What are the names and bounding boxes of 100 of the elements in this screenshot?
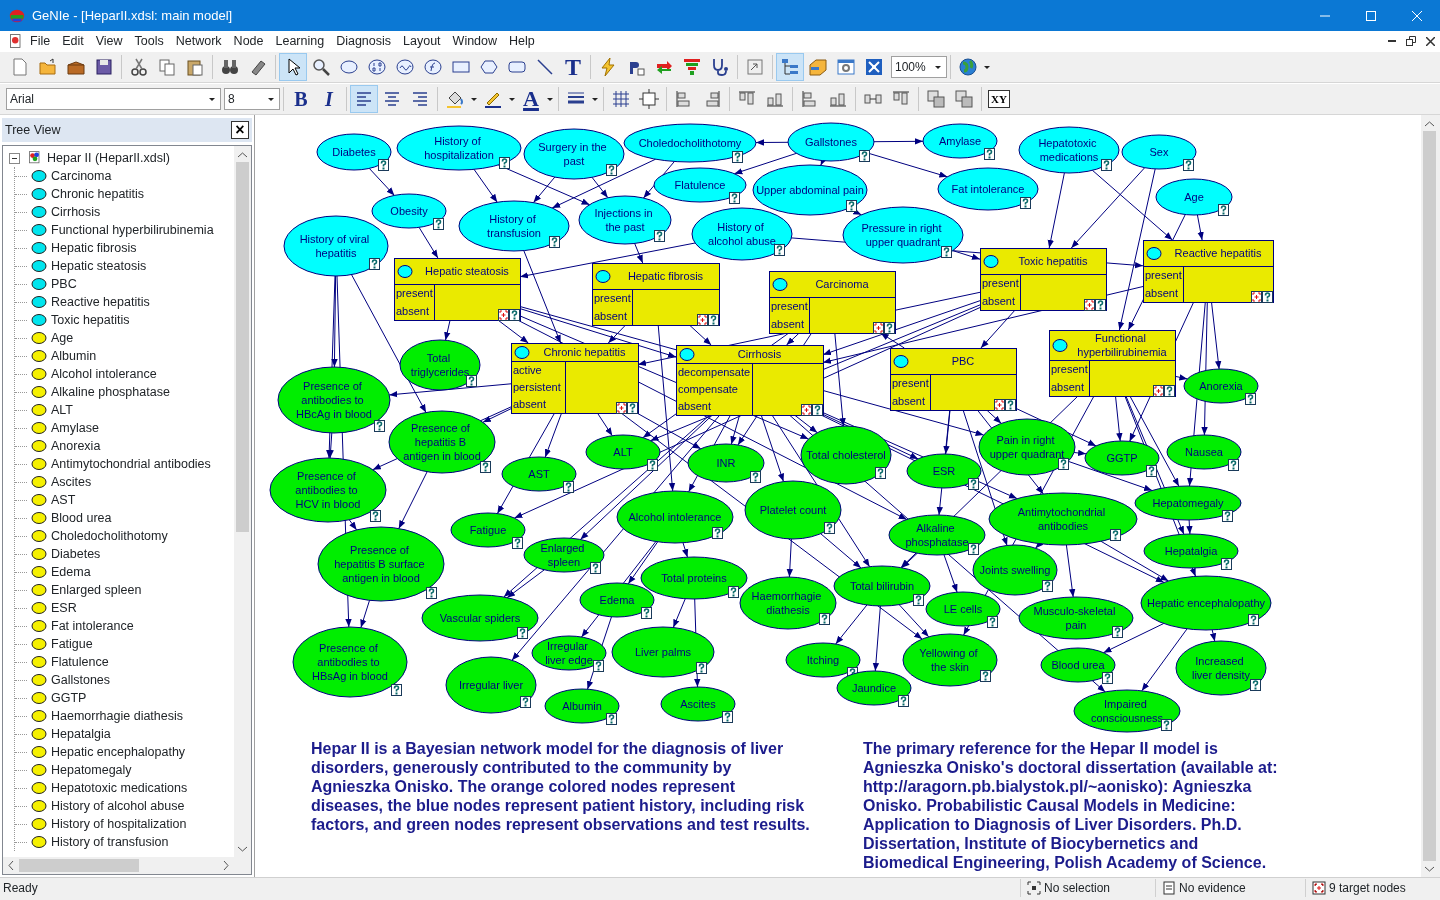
- node-label: Alcohol intolerance: [628, 511, 722, 523]
- menu-item[interactable]: Node: [227, 31, 270, 51]
- tree-item[interactable]: Hepatic encephalopathy: [51, 742, 186, 762]
- zoom-dropdown[interactable]: 100%: [891, 56, 947, 78]
- node-label: Total cholesterol: [806, 449, 886, 461]
- tree-item[interactable]: Cirrhosis: [51, 202, 101, 222]
- node-label: Irregular liver: [458, 679, 524, 691]
- node-label: Antimytochondrial antibodies: [1017, 506, 1106, 532]
- node-label: History of alcohol abuse: [708, 221, 776, 247]
- node-label: Presence of antibodies to HCV in blood: [295, 470, 361, 510]
- tree-item[interactable]: Blood urea: [51, 508, 112, 528]
- node-label: Increased liver density: [1191, 655, 1251, 681]
- state-label: absent: [396, 305, 430, 317]
- state-label: present: [982, 277, 1019, 289]
- state-label: compensate: [678, 383, 738, 395]
- tree-item[interactable]: Albumin: [51, 346, 97, 366]
- node-label: Vascular spiders: [439, 612, 521, 624]
- tree-item[interactable]: Enlarged spleen: [51, 580, 142, 600]
- menu-item[interactable]: Tools: [128, 31, 170, 51]
- node-label: Albumin: [562, 700, 602, 712]
- state-label: persistent: [513, 381, 561, 393]
- tree-item[interactable]: Fat intolerance: [51, 616, 134, 636]
- node-label: Irregular liver edge: [545, 640, 593, 666]
- close-button[interactable]: ×: [231, 121, 249, 139]
- state-label: absent: [594, 310, 628, 322]
- node-label: Total triglycerides: [410, 352, 470, 378]
- state-label: present: [396, 287, 433, 299]
- node-label: Hepatic encephalopathy: [1147, 597, 1265, 609]
- status-text: No selection: [1044, 879, 1111, 897]
- state-label: absent: [513, 398, 547, 411]
- tree-item[interactable]: GGTP: [51, 688, 87, 708]
- tree-item[interactable]: Edema: [51, 562, 91, 582]
- node-label: Chronic hepatitis: [543, 346, 626, 358]
- bold-button[interactable]: B: [287, 85, 315, 113]
- tree-item[interactable]: Haemorrhagie diathesis: [51, 706, 183, 726]
- tree-item[interactable]: ESR: [51, 598, 77, 618]
- tree-item[interactable]: ALT: [51, 400, 73, 420]
- tree-item[interactable]: Anorexia: [51, 436, 101, 456]
- tree-item[interactable]: AST: [51, 490, 76, 510]
- node-label: Carcinoma: [815, 278, 869, 290]
- tree-item[interactable]: Antimytochondrial antibodies: [51, 454, 211, 474]
- tree-item[interactable]: History of alcohol abuse: [51, 796, 185, 816]
- node-label: Musculo-skeletal pain: [1033, 605, 1116, 631]
- tree-item[interactable]: PBC: [51, 274, 77, 294]
- node-label: Itching: [806, 654, 840, 666]
- tree-item[interactable]: Carcinoma: [51, 166, 112, 186]
- menu-item[interactable]: Diagnosis: [330, 31, 398, 51]
- tree-item[interactable]: Fatigue: [51, 634, 93, 654]
- tree-item[interactable]: Reactive hepatitis: [51, 292, 150, 312]
- zoom-value: 100%: [895, 59, 926, 76]
- panel-title: Tree View: [5, 121, 61, 139]
- tree-item[interactable]: Hepatomegaly: [51, 760, 132, 780]
- node-label: Surgery in the past: [538, 141, 607, 167]
- tree-item[interactable]: Hepatotoxic medications: [51, 778, 188, 798]
- tree-item[interactable]: Toxic hepatitis: [51, 310, 130, 330]
- node-label: Pressure in right upper quadrant: [861, 222, 942, 248]
- font-size-dropdown[interactable]: 8: [224, 88, 280, 110]
- tree-item[interactable]: Hepatalgia: [51, 724, 111, 744]
- node-label: Ascites: [680, 698, 716, 710]
- tree-item[interactable]: History of hospitalization: [51, 814, 187, 834]
- menu-item[interactable]: Layout: [397, 31, 447, 51]
- font-dropdown[interactable]: Arial: [6, 88, 221, 110]
- status-message: Ready: [2, 879, 39, 897]
- description-paragraph: Hepar II is a Bayesian network model for the diagnosis of liver disorders, generously contributed to the community by Agnieszka Onisko. The orange colored nodes represent diseases, the blue nodes represent patient history, including risk factors, and green nodes represent observations and test results.: [311, 739, 811, 835]
- tree-item[interactable]: Flatulence: [51, 652, 109, 672]
- state-label: active: [513, 363, 542, 376]
- tree-item[interactable]: Amylase: [51, 418, 99, 438]
- node-label: Total bilirubin: [849, 580, 915, 592]
- tree-item[interactable]: Chronic hepatitis: [51, 184, 145, 204]
- node-label: Toxic hepatitis: [1018, 255, 1088, 267]
- node-label: Cirrhosis: [737, 348, 782, 360]
- state-label: present: [892, 377, 929, 389]
- node-label: Impaired consciousness: [1090, 698, 1164, 724]
- menu-item[interactable]: Help: [503, 31, 541, 51]
- italic-button[interactable]: I: [315, 85, 343, 113]
- tree-item[interactable]: Gallstones: [51, 670, 111, 690]
- tree-item[interactable]: Choledocholithotomy: [51, 526, 168, 546]
- tree-item[interactable]: Ascites: [51, 472, 92, 492]
- tree-item[interactable]: Age: [51, 328, 74, 348]
- menu-item[interactable]: Edit: [56, 31, 90, 51]
- tree-item[interactable]: Hepatic fibrosis: [51, 238, 137, 258]
- menu-item[interactable]: View: [89, 31, 129, 51]
- state-label: absent: [982, 295, 1016, 307]
- menu-item[interactable]: Network: [169, 31, 228, 51]
- text-tool-button[interactable]: T: [559, 53, 587, 81]
- menu-item[interactable]: Window: [446, 31, 504, 51]
- status-text: No evidence: [1179, 879, 1246, 897]
- tree-item[interactable]: Diabetes: [51, 544, 101, 564]
- tree-item[interactable]: Alkaline phosphatase: [51, 382, 170, 402]
- description-paragraph: The primary reference for the Hepar II model is Agnieszka Onisko's doctoral dissertation (available at: http://aragorn.pb.bialystok.pl/~aonisko): Agnieszka Onisko. Probabilistic Causal Models in Medicine: Application to Diagnosis of Liver Disorders. Ph.D. Dissertation, Institute of Biocybernetics and Biomedical Engineering, Polish Academy of Science.: [863, 739, 1279, 872]
- font-color-button[interactable]: A: [517, 85, 545, 113]
- tree-item[interactable]: Hepatic steatosis: [51, 256, 147, 276]
- tree-root[interactable]: Hepar II (HeparII.xdsl): [47, 148, 170, 168]
- menu-item[interactable]: Learning: [269, 31, 331, 51]
- node-label: Hepatotoxic medications: [1038, 137, 1099, 163]
- tree-item[interactable]: History of transfusion: [51, 832, 169, 852]
- menu-item[interactable]: File: [24, 31, 57, 51]
- node-label: Amylase: [938, 135, 982, 147]
- tree-item[interactable]: Alcohol intolerance: [51, 364, 157, 384]
- tree-item[interactable]: Functional hyperbilirubinemia: [51, 220, 214, 240]
